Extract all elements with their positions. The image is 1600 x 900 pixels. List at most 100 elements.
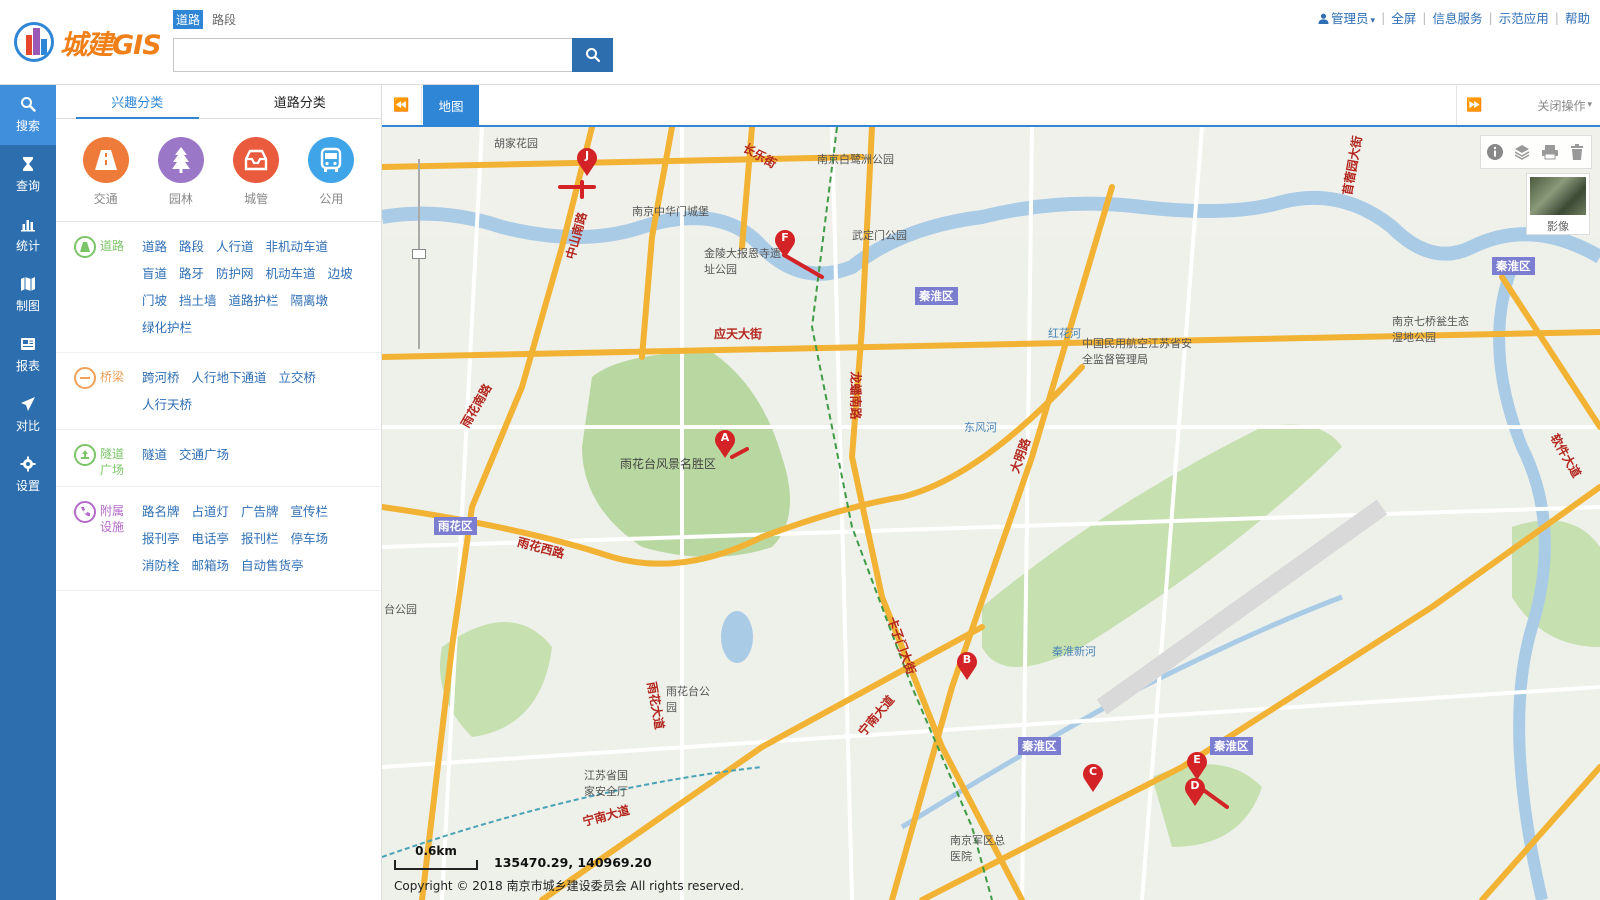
item-billboard[interactable]: 广告牌 bbox=[241, 501, 279, 520]
item-parking-lot[interactable]: 停车场 bbox=[291, 528, 329, 547]
category-label: 公用 bbox=[319, 192, 344, 206]
item-newspaper-rack[interactable]: 报刊栏 bbox=[241, 528, 279, 547]
trash-icon[interactable] bbox=[1568, 143, 1586, 161]
place-label: 雨花台风景名胜区 bbox=[620, 457, 717, 471]
item-tactile-path[interactable]: 盲道 bbox=[142, 263, 167, 282]
top-links: 管理员 ▾ | 全屏 | 信息服务 | 示范应用 | 帮助 bbox=[1318, 8, 1590, 27]
print-icon[interactable] bbox=[1541, 143, 1559, 161]
info-icon[interactable] bbox=[1486, 143, 1504, 161]
item-newsstand[interactable]: 报刊亭 bbox=[142, 528, 180, 547]
nav-search[interactable]: 搜索 bbox=[0, 85, 56, 145]
map-marker[interactable]: D bbox=[1184, 777, 1206, 807]
map-marker[interactable]: B bbox=[956, 651, 978, 681]
marker-letter: C bbox=[1088, 765, 1098, 778]
category-garden[interactable]: 园林 bbox=[157, 137, 204, 207]
item-tunnel[interactable]: 隧道 bbox=[142, 444, 167, 470]
fullscreen-link[interactable]: 全屏 bbox=[1391, 8, 1416, 27]
group-name: 道路 bbox=[100, 239, 125, 253]
group-facilities: 附属设施 路名牌 占道灯 广告牌 宣传栏 报刊亭 电话亭 报刊栏 停车场 消防栓… bbox=[56, 487, 381, 591]
map-tools bbox=[1480, 135, 1592, 169]
copyright-text: Copyright © 2018 南京市城乡建设委员会 All rights r… bbox=[394, 879, 744, 893]
item-divider-pier[interactable]: 隔离墩 bbox=[291, 290, 329, 309]
caret-down-icon: ▾ bbox=[1370, 16, 1376, 26]
road-label: 应天大街 bbox=[714, 327, 763, 341]
item-motor-lane[interactable]: 机动车道 bbox=[266, 263, 316, 282]
place-label: 武定门公园 bbox=[852, 229, 907, 242]
nav-query[interactable]: 查询 bbox=[0, 145, 56, 205]
place-label: 南京七桥瓮生态湿地公园 bbox=[1392, 315, 1469, 344]
item-interchange[interactable]: 立交桥 bbox=[279, 367, 317, 386]
tab-interest-category[interactable]: 兴趣分类 bbox=[56, 85, 219, 119]
double-chevron-left-icon: ⏪ bbox=[393, 97, 410, 113]
info-service-link[interactable]: 信息服务 bbox=[1433, 8, 1483, 27]
item-mailbox[interactable]: 邮箱场 bbox=[192, 555, 230, 574]
category-city-management[interactable]: 城管 bbox=[233, 137, 280, 207]
search-tab-segment[interactable]: 路段 bbox=[209, 10, 239, 29]
expand-right-button[interactable]: ⏩ bbox=[1456, 85, 1492, 125]
place-label: 红花河 bbox=[1048, 327, 1081, 340]
item-vending-kiosk[interactable]: 自动售货亭 bbox=[241, 555, 304, 574]
category-public[interactable]: 公用 bbox=[308, 137, 355, 207]
item-street-sign[interactable]: 路名牌 bbox=[142, 501, 180, 520]
app-logo[interactable]: 城建GIS bbox=[14, 22, 162, 62]
item-road-lamp[interactable]: 占道灯 bbox=[192, 501, 230, 520]
map-marker[interactable]: A bbox=[714, 429, 736, 459]
nav-label: 搜索 bbox=[15, 119, 40, 133]
send-icon bbox=[21, 397, 35, 411]
city-icon bbox=[233, 137, 280, 183]
group-name: 桥梁 bbox=[100, 370, 125, 384]
logo-icon bbox=[14, 22, 54, 62]
imagery-thumbnail bbox=[1530, 177, 1586, 215]
item-underpass[interactable]: 人行地下通道 bbox=[192, 367, 267, 386]
nav-statistics[interactable]: 统计 bbox=[0, 205, 56, 265]
search-button[interactable] bbox=[572, 38, 613, 72]
item-green-guardrail[interactable]: 绿化护栏 bbox=[142, 317, 192, 336]
item-retaining-wall[interactable]: 挡土墙 bbox=[179, 290, 217, 309]
item-bulletin-board[interactable]: 宣传栏 bbox=[291, 501, 329, 520]
item-traffic-plaza[interactable]: 交通广场 bbox=[179, 444, 229, 470]
nav-settings[interactable]: 设置 bbox=[0, 445, 56, 505]
tab-map[interactable]: 地图 bbox=[423, 85, 479, 125]
category-icons: 交通 园林 城管 公用 bbox=[56, 119, 381, 222]
category-traffic[interactable]: 交通 bbox=[82, 137, 129, 207]
place-label: 金陵大报恩寺遗址公园 bbox=[704, 247, 781, 276]
gear-icon bbox=[20, 456, 36, 472]
item-river-bridge[interactable]: 跨河桥 bbox=[142, 367, 180, 386]
close-actions-dropdown[interactable]: 关闭操作 ▾ bbox=[1537, 85, 1592, 125]
item-curb[interactable]: 路牙 bbox=[179, 263, 204, 282]
nav-report[interactable]: 报表 bbox=[0, 325, 56, 385]
hourglass-icon bbox=[23, 157, 33, 171]
tab-road-category[interactable]: 道路分类 bbox=[219, 85, 382, 118]
item-fire-hydrant[interactable]: 消防栓 bbox=[142, 555, 180, 574]
item-door-ramp[interactable]: 门坡 bbox=[142, 290, 167, 309]
imagery-layer-switch[interactable]: 影像 bbox=[1526, 173, 1590, 235]
item-road-guardrail[interactable]: 道路护栏 bbox=[229, 290, 279, 309]
nav-mapping[interactable]: 制图 bbox=[0, 265, 56, 325]
item-footbridge[interactable]: 人行天桥 bbox=[142, 394, 192, 413]
item-guard-net[interactable]: 防护网 bbox=[216, 263, 254, 282]
item-slope[interactable]: 边坡 bbox=[328, 263, 353, 282]
marker-letter: B bbox=[962, 653, 972, 666]
user-menu[interactable]: 管理员 ▾ bbox=[1318, 8, 1375, 27]
item-segment[interactable]: 路段 bbox=[179, 236, 204, 255]
collapse-left-button[interactable]: ⏪ bbox=[382, 85, 422, 125]
nav-compare[interactable]: 对比 bbox=[0, 385, 56, 445]
district-badge: 雨花区 bbox=[434, 517, 477, 535]
layers-icon[interactable] bbox=[1513, 143, 1531, 161]
item-road[interactable]: 道路 bbox=[142, 236, 167, 255]
user-icon bbox=[1318, 13, 1329, 24]
help-link[interactable]: 帮助 bbox=[1565, 8, 1590, 27]
search-tab-road[interactable]: 道路 bbox=[173, 10, 204, 29]
map-marker[interactable]: C bbox=[1082, 763, 1104, 793]
map-canvas[interactable]: 胡家花园 南京中华门城堡 南京白鹭洲公园 金陵大报恩寺遗址公园 武定门公园 雨花… bbox=[382, 127, 1600, 900]
search-input[interactable] bbox=[173, 38, 573, 72]
demo-app-link[interactable]: 示范应用 bbox=[1499, 8, 1549, 27]
zoom-knob[interactable] bbox=[412, 249, 426, 259]
report-icon bbox=[21, 338, 35, 350]
zoom-slider[interactable] bbox=[412, 159, 426, 349]
item-bike-lane[interactable]: 非机动车道 bbox=[266, 236, 329, 255]
map-marker[interactable]: J bbox=[576, 147, 598, 177]
map-marker[interactable]: F bbox=[774, 229, 796, 259]
item-phone-booth[interactable]: 电话亭 bbox=[192, 528, 230, 547]
item-sidewalk[interactable]: 人行道 bbox=[216, 236, 254, 255]
